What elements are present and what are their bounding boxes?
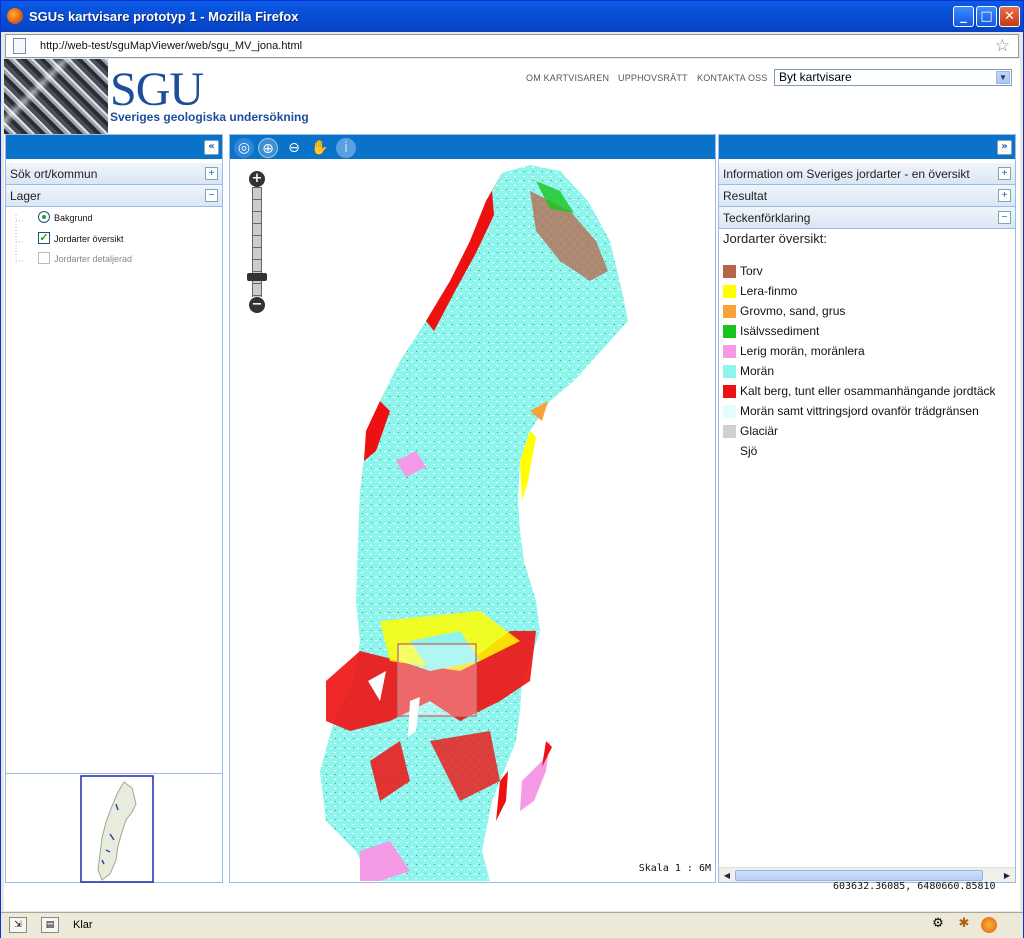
layer-label: Jordarter detaljerad bbox=[54, 254, 133, 264]
expand-plus-icon[interactable]: + bbox=[205, 167, 218, 180]
browser-window: SGUs kartvisare prototyp 1 - Mozilla Fir… bbox=[0, 0, 1024, 938]
minimize-button[interactable]: _ bbox=[953, 6, 974, 27]
legend-swatch bbox=[723, 325, 736, 338]
close-button[interactable]: ✕ bbox=[999, 6, 1020, 27]
zoom-in-tool-icon[interactable]: ⊕ bbox=[258, 138, 278, 158]
collapse-right-icon[interactable]: » bbox=[997, 140, 1012, 155]
url-text[interactable]: http://web-test/sguMapViewer/web/sgu_MV_… bbox=[40, 40, 302, 52]
status-text: Klar bbox=[73, 919, 93, 931]
title-bar: SGUs kartvisare prototyp 1 - Mozilla Fir… bbox=[1, 1, 1023, 32]
legend-swatch bbox=[723, 265, 736, 278]
map-panel[interactable]: ◎ ⊕ ⊖ ✋ i + − Skala 1: 6M bbox=[229, 134, 716, 883]
zoom-out-button[interactable]: − bbox=[249, 297, 265, 313]
legend-swatch bbox=[723, 365, 736, 378]
pan-hand-icon[interactable]: ✋ bbox=[310, 138, 330, 158]
page-icon bbox=[13, 38, 26, 54]
info-section-title: Information om Sveriges jordarter - en ö… bbox=[723, 167, 970, 181]
legend-label: Grovmo, sand, grus bbox=[740, 304, 846, 318]
scroll-left-icon[interactable]: ◀ bbox=[720, 870, 734, 881]
zoom-out-tool-icon[interactable]: ⊖ bbox=[284, 138, 304, 158]
legend-label: Kalt berg, tunt eller osammanhängande jo… bbox=[740, 384, 996, 398]
tree-lines bbox=[15, 215, 24, 262]
right-panel-header: » bbox=[719, 135, 1015, 159]
result-section-header[interactable]: Resultat + bbox=[719, 185, 1015, 207]
legend-swatch bbox=[723, 425, 736, 438]
legend-label: Lerig morän, moränlera bbox=[740, 344, 865, 358]
scroll-thumb[interactable] bbox=[735, 870, 983, 881]
legend-swatch bbox=[723, 405, 736, 418]
legend-section-header[interactable]: Teckenförklaring − bbox=[719, 207, 1015, 229]
map-scale: Skala 1 : 6M bbox=[638, 863, 711, 874]
link-upphovsratt[interactable]: UPPHOVSRÄTT bbox=[618, 73, 688, 83]
connection-icon[interactable]: ⇲ bbox=[9, 917, 27, 933]
legend-label: Isälvssediment bbox=[740, 324, 820, 338]
status-bar: ⇲ ▤ Klar ⚙ ✱ bbox=[1, 912, 1023, 938]
zoom-extent-icon[interactable]: ◎ bbox=[234, 138, 254, 158]
result-section-title: Resultat bbox=[723, 189, 768, 203]
chevron-down-icon[interactable]: ▼ bbox=[996, 71, 1010, 84]
collapse-left-icon[interactable]: « bbox=[204, 140, 219, 155]
bookmark-star-icon[interactable]: ☆ bbox=[995, 36, 1010, 56]
switch-viewer-select[interactable]: Byt kartvisare ▼ bbox=[774, 69, 1012, 86]
expand-plus-icon[interactable]: + bbox=[998, 189, 1011, 202]
firefox-status-icon[interactable] bbox=[981, 917, 997, 933]
legend-swatch bbox=[723, 285, 736, 298]
switch-viewer-value: Byt kartvisare bbox=[779, 70, 852, 84]
legend-label: Morän bbox=[740, 364, 775, 378]
legend-label: Sjö bbox=[740, 444, 758, 458]
bug-icon[interactable]: ✱ bbox=[955, 917, 973, 933]
site-header: SGU Sveriges geologiska undersökning OM … bbox=[4, 59, 1020, 134]
overview-map[interactable] bbox=[6, 773, 222, 883]
scroll-right-icon[interactable]: ▶ bbox=[1000, 870, 1014, 881]
legend-title: Jordarter översikt: bbox=[723, 231, 828, 246]
legend-hscrollbar[interactable]: ◀ ▶ bbox=[719, 867, 1015, 882]
address-bar[interactable]: http://web-test/sguMapViewer/web/sgu_MV_… bbox=[5, 34, 1019, 58]
legend-swatch bbox=[723, 345, 736, 358]
info-section-header[interactable]: Information om Sveriges jordarter - en ö… bbox=[719, 163, 1015, 185]
status-panel-icon[interactable]: ▤ bbox=[41, 917, 59, 933]
legend-swatch bbox=[723, 385, 736, 398]
zoom-slider-handle[interactable] bbox=[247, 273, 267, 281]
gear-icon[interactable]: ⚙ bbox=[929, 917, 947, 933]
layer-label: Bakgrund bbox=[54, 213, 93, 223]
legend-label: Morän samt vittringsjord ovanför trädgrä… bbox=[740, 404, 979, 418]
left-panel-header: « bbox=[6, 135, 222, 159]
collapse-minus-icon[interactable]: − bbox=[998, 211, 1011, 224]
sgu-logo[interactable]: SGU bbox=[110, 65, 204, 115]
expand-plus-icon[interactable]: + bbox=[998, 167, 1011, 180]
legend-label: Glaciär bbox=[740, 424, 779, 438]
page-content: SGU Sveriges geologiska undersökning OM … bbox=[4, 59, 1020, 911]
maximize-button[interactable]: □ bbox=[976, 6, 997, 27]
collapse-minus-icon[interactable]: − bbox=[205, 189, 218, 202]
coordinate-readout: 603632.36085, 6480660.85810 bbox=[833, 881, 996, 892]
zoom-in-button[interactable]: + bbox=[249, 171, 265, 187]
layers-section-header[interactable]: Lager − bbox=[6, 185, 222, 207]
link-om-kartvisaren[interactable]: OM KARTVISAREN bbox=[526, 73, 609, 83]
firefox-icon bbox=[7, 8, 23, 24]
legend-swatch bbox=[723, 305, 736, 318]
legend-swatch bbox=[723, 445, 736, 458]
layers-section-title: Lager bbox=[10, 189, 41, 203]
header-rock-image bbox=[4, 59, 108, 134]
zoom-slider[interactable]: + − bbox=[247, 171, 267, 313]
layer-label: Jordarter översikt bbox=[54, 234, 124, 244]
sweden-soil-map[interactable] bbox=[230, 161, 715, 882]
search-section-title: Sök ort/kommun bbox=[10, 167, 98, 181]
overview-sweden-svg bbox=[80, 775, 154, 883]
map-toolbar: ◎ ⊕ ⊖ ✋ i bbox=[230, 135, 715, 159]
link-kontakta-oss[interactable]: KONTAKTA OSS bbox=[697, 73, 768, 83]
left-panel: « Sök ort/kommun + Lager − Bakgrund ✓ Jo… bbox=[5, 134, 223, 883]
sgu-logo-subtitle: Sveriges geologiska undersökning bbox=[110, 110, 309, 124]
right-panel: » Information om Sveriges jordarter - en… bbox=[718, 134, 1016, 883]
legend-label: Torv bbox=[740, 264, 763, 278]
info-icon[interactable]: i bbox=[336, 138, 356, 158]
legend-label: Lera-finmo bbox=[740, 284, 798, 298]
search-section-header[interactable]: Sök ort/kommun + bbox=[6, 163, 222, 185]
legend-section-title: Teckenförklaring bbox=[723, 211, 811, 225]
window-title: SGUs kartvisare prototyp 1 - Mozilla Fir… bbox=[29, 9, 299, 24]
